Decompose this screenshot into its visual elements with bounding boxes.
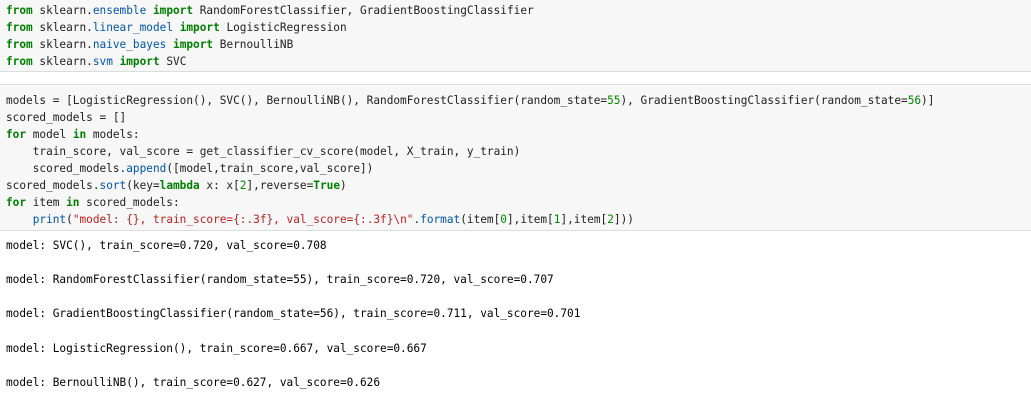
keyword-lambda: lambda [159,179,200,192]
keyword-true: True [313,179,340,192]
code-line-for-model: for model in models: [6,126,140,143]
number-literal: 55 [607,94,621,107]
code-text: x: x[ [199,179,240,192]
code-text: (item[ [460,213,501,226]
code-line-models-list: models = [LogisticRegression(), SVC(), B… [6,92,934,109]
code-cell-imports[interactable]: from sklearn.ensemble import RandomFores… [0,0,1031,72]
keyword-from: from [6,4,33,17]
code-text: item [26,196,67,209]
code-text: ), GradientBoostingClassifier(random_sta… [620,94,908,107]
keyword-in: in [66,196,80,209]
code-cell-models[interactable]: models = [LogisticRegression(), SVC(), B… [0,84,1031,231]
code-text: )] [921,94,935,107]
keyword-from: from [6,21,33,34]
code-text: models: [86,128,140,141]
keyword-for: for [6,128,27,141]
keyword-for: for [6,196,27,209]
method-name: sort [99,179,127,192]
keyword-import: import [179,21,220,34]
keyword-import: import [152,4,194,17]
code-text: ([model,train_score,val_score]) [166,162,374,175]
code-text: ])) [613,213,634,226]
code-line-print: print("model: {}, train_score={:.3f}, va… [6,211,634,228]
output-line: model: BernoulliNB(), train_score=0.627,… [6,376,381,389]
module-prefix: sklearn. [32,21,93,34]
module-prefix: sklearn. [32,55,93,68]
module-prefix: sklearn. [32,4,93,17]
code-text: model [26,128,73,141]
code-line-import-ensemble: from sklearn.ensemble import RandomFores… [6,2,534,19]
code-line-sort: scored_models.sort(key=lambda x: x[2],re… [6,177,347,194]
output-line: model: RandomForestClassifier(random_sta… [6,273,554,286]
output-line: model: SVC(), train_score=0.720, val_sco… [6,239,327,252]
code-text: ],item[ [560,213,608,226]
keyword-from: from [6,55,33,68]
imported-names: RandomForestClassifier, GradientBoosting… [193,4,534,17]
module-name: linear_model [92,21,173,34]
imported-names: LogisticRegression [219,21,347,34]
output-line: model: GradientBoostingClassifier(random… [6,307,581,320]
code-text: ) [340,179,347,192]
string-literal: "model: {}, train_score={:.3f}, val_scor… [72,213,414,226]
module-prefix: sklearn. [32,38,93,51]
code-text: ],reverse= [246,179,314,192]
keyword-from: from [6,38,33,51]
code-text: ],item[ [506,213,554,226]
keyword-in: in [72,128,87,141]
module-name: svm [92,55,113,68]
module-name: naive_bayes [92,38,167,51]
imported-names: SVC [159,55,187,68]
code-line-scored-models-init: scored_models = [] [6,109,126,126]
code-line-import-svm: from sklearn.svm import SVC [6,53,186,70]
code-text: scored_models = [] [6,111,127,124]
code-text: models = [LogisticRegression(), SVC(), B… [6,94,608,107]
module-name: ensemble [92,4,147,17]
keyword-import: import [119,55,160,68]
code-line-import-linear-model: from sklearn.linear_model import Logisti… [6,19,347,36]
code-text: scored_models. [6,162,127,175]
number-literal: 0 [500,213,507,226]
code-line-append: scored_models.append([model,train_score,… [6,160,374,177]
code-text: (key= [126,179,160,192]
output-line: model: LogisticRegression(), train_score… [6,342,427,355]
number-literal: 56 [907,94,922,107]
code-text: train_score, val_score = get_classifier_… [6,145,521,158]
builtin-print: print [32,213,67,226]
imported-names: BernoulliNB [213,38,294,51]
code-text: scored_models. [6,179,100,192]
code-text: scored_models: [79,196,180,209]
number-literal: 2 [607,213,614,226]
code-text: ( [66,213,73,226]
method-name: append [126,162,167,175]
method-name: format [420,213,461,226]
code-line-import-naive-bayes: from sklearn.naive_bayes import Bernoull… [6,36,293,53]
code-line-for-item: for item in scored_models: [6,194,180,211]
keyword-import: import [173,38,214,51]
code-line-cv-score: train_score, val_score = get_classifier_… [6,143,521,160]
